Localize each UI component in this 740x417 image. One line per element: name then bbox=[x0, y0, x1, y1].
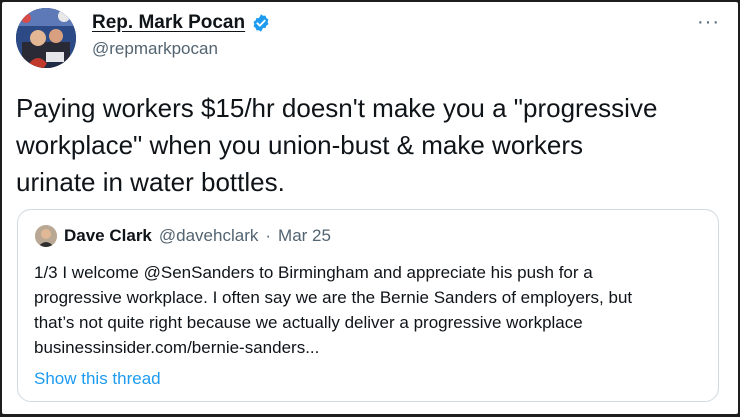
quoted-tweet-link[interactable]: businessinsider.com/bernie-sanders... bbox=[34, 335, 704, 360]
profile-photo bbox=[35, 225, 57, 247]
tweet-card: Rep. Mark Pocan @repmarkpocan ··· Paying… bbox=[2, 2, 738, 414]
author-handle[interactable]: @repmarkpocan bbox=[92, 39, 218, 59]
author-display-name[interactable]: Rep. Mark Pocan bbox=[92, 12, 245, 34]
tweet-text-line: Paying workers $15/hr doesn't make you a… bbox=[16, 93, 658, 123]
tweet-text-line: urinate in water bottles. bbox=[16, 167, 285, 197]
author-avatar[interactable] bbox=[16, 8, 76, 68]
quoted-tweet-date[interactable]: Mar 25 bbox=[278, 226, 331, 246]
quoted-tweet-text: 1/3 I welcome @SenSanders to Birmingham … bbox=[34, 260, 704, 360]
quoted-author-name[interactable]: Dave Clark bbox=[64, 226, 152, 246]
verified-badge-icon bbox=[253, 14, 269, 32]
tweet-text: Paying workers $15/hr doesn't make you a… bbox=[16, 90, 726, 201]
quoted-author-avatar[interactable] bbox=[35, 225, 57, 247]
quoted-tweet-line: that’s not quite right because we actual… bbox=[34, 313, 583, 332]
quoted-tweet-line: progressive workplace. I often say we ar… bbox=[34, 288, 633, 307]
author-name-row: Rep. Mark Pocan bbox=[92, 12, 271, 34]
quoted-tweet[interactable]: Dave Clark @davehclark · Mar 25 1/3 I we… bbox=[17, 209, 719, 402]
tweet-text-line: workplace" when you union-bust & make wo… bbox=[16, 130, 584, 160]
profile-photo bbox=[16, 8, 76, 68]
meta-separator: · bbox=[265, 226, 272, 245]
more-options-icon[interactable]: ··· bbox=[697, 12, 720, 32]
show-thread-link[interactable]: Show this thread bbox=[34, 369, 161, 389]
quoted-tweet-header: Dave Clark @davehclark · Mar 25 bbox=[35, 225, 331, 247]
quoted-author-handle[interactable]: @davehclark bbox=[159, 226, 258, 246]
quoted-tweet-line: 1/3 I welcome @SenSanders to Birmingham … bbox=[34, 263, 593, 282]
